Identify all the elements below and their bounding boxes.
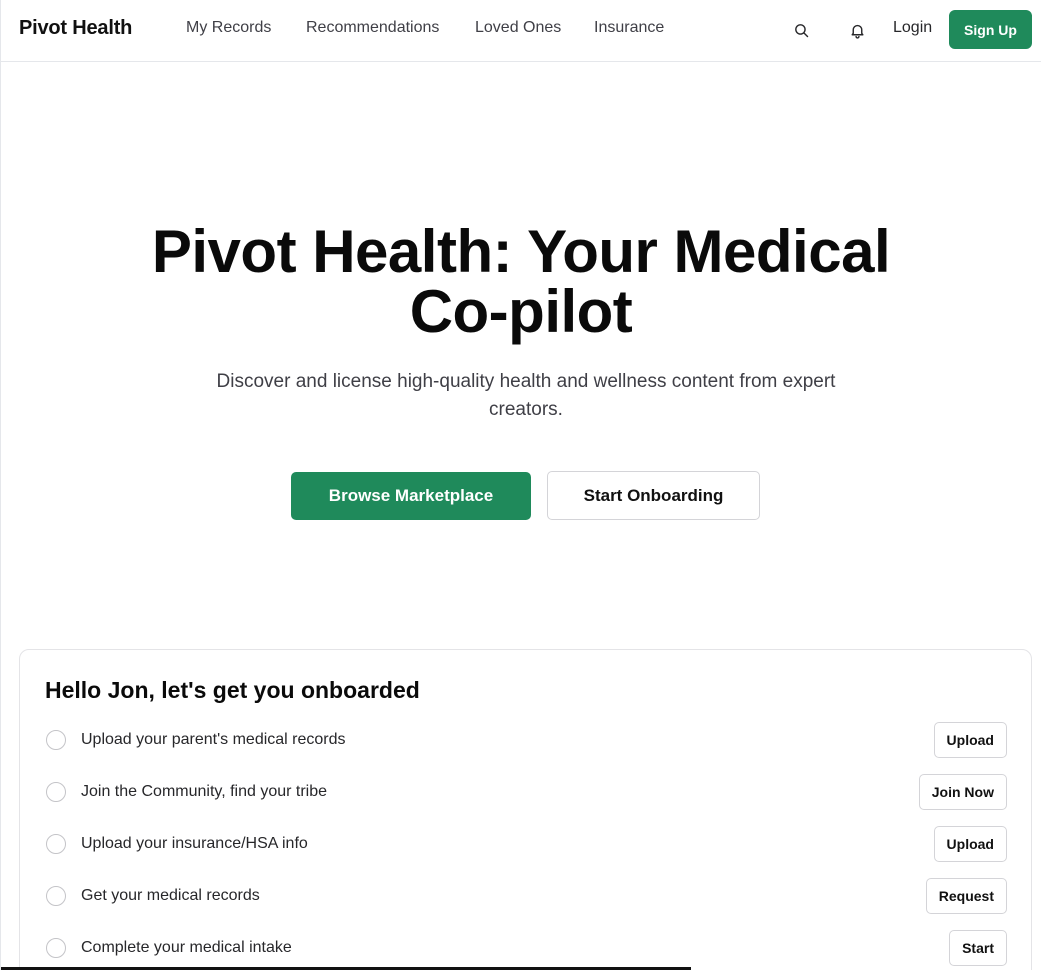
task-label: Complete your medical intake xyxy=(81,939,292,956)
hero-title-line-1: Pivot Health: Your Medical xyxy=(151,218,891,285)
nav-loved-ones[interactable]: Loved Ones xyxy=(475,19,561,37)
task-action-button[interactable]: Upload xyxy=(933,826,1007,862)
task-checkbox[interactable] xyxy=(46,938,66,958)
start-onboarding-button[interactable]: Start Onboarding xyxy=(547,471,760,520)
task-checkbox[interactable] xyxy=(46,834,66,854)
hero-title-line-2: Co-pilot xyxy=(409,278,633,345)
nav-recommendations[interactable]: Recommendations xyxy=(306,19,439,37)
brand-logo[interactable]: Pivot Health xyxy=(19,17,132,40)
onboarding-title: Hello Jon, let's get you onboarded xyxy=(45,677,420,703)
onboarding-task: Upload your insurance/HSA info Upload xyxy=(20,826,1031,866)
hero-title: Pivot Health: Your Medical Co-pilot xyxy=(1,222,1041,342)
nav-insurance[interactable]: Insurance xyxy=(594,19,664,37)
nav-my-records[interactable]: My Records xyxy=(186,19,271,37)
onboarding-task: Complete your medical intake Start xyxy=(20,930,1031,970)
onboarding-card: Hello Jon, let's get you onboarded Uploa… xyxy=(19,649,1032,970)
browse-marketplace-button[interactable]: Browse Marketplace xyxy=(291,472,531,520)
task-checkbox[interactable] xyxy=(46,782,66,802)
bell-icon[interactable] xyxy=(846,19,868,41)
task-action-button[interactable]: Upload xyxy=(933,722,1007,758)
task-checkbox[interactable] xyxy=(46,730,66,750)
login-link[interactable]: Login xyxy=(893,19,932,37)
sign-up-button[interactable]: Sign Up xyxy=(949,10,1032,49)
hero-subtitle: Discover and license high-quality health… xyxy=(216,371,836,420)
task-label: Join the Community, find your tribe xyxy=(81,783,328,800)
page: Pivot Health My Records Recommendations … xyxy=(0,0,1041,970)
task-label: Get your medical records xyxy=(81,887,260,904)
task-label: Upload your parent's medical records xyxy=(81,731,346,748)
task-action-button[interactable]: Request xyxy=(925,878,1007,914)
onboarding-task: Join the Community, find your tribe Join… xyxy=(20,774,1031,814)
task-action-button[interactable]: Join Now xyxy=(918,774,1007,810)
onboarding-task: Upload your parent's medical records Upl… xyxy=(20,722,1031,762)
onboarding-task: Get your medical records Request xyxy=(20,878,1031,918)
search-icon[interactable] xyxy=(790,19,812,41)
top-nav: Pivot Health My Records Recommendations … xyxy=(1,0,1041,62)
task-action-button[interactable]: Start xyxy=(949,930,1007,966)
task-label: Upload your insurance/HSA info xyxy=(81,835,308,852)
task-checkbox[interactable] xyxy=(46,886,66,906)
